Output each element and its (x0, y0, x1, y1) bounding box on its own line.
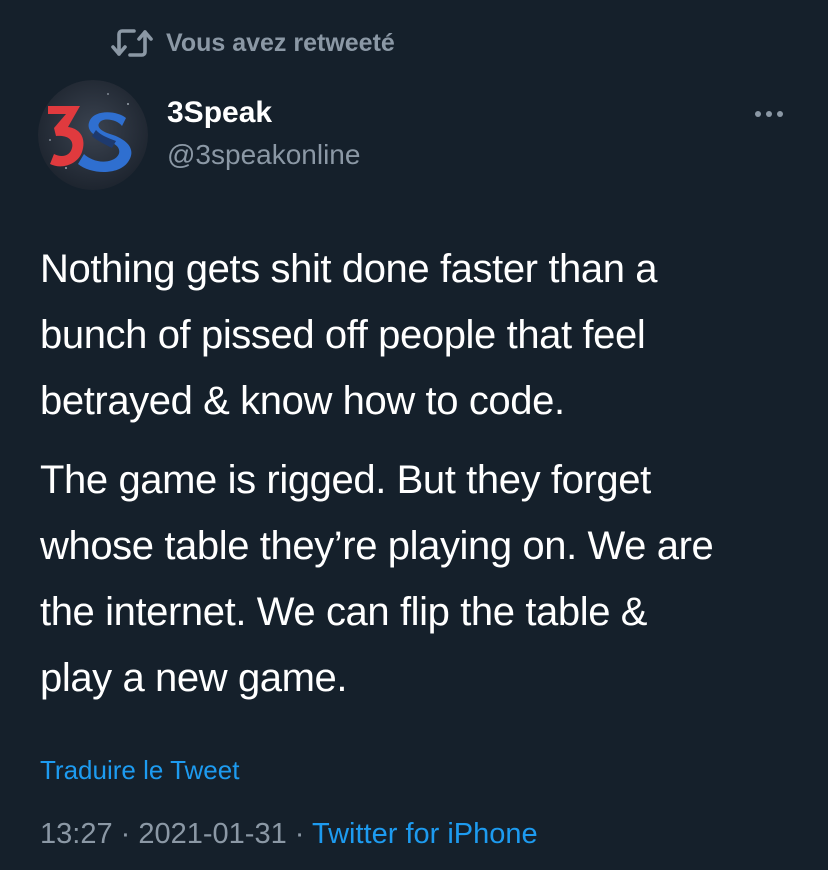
more-icon[interactable] (752, 104, 786, 124)
separator: · (120, 818, 131, 850)
author-display-name[interactable]: 3Speak (167, 94, 360, 132)
tweet-date[interactable]: 2021-01-31 (138, 818, 286, 850)
tweet-paragraph: The game is rigged. But they forget whos… (40, 458, 714, 700)
separator: · (294, 818, 305, 850)
author-handle[interactable]: @3speakonline (167, 136, 360, 174)
tweet-text: Nothing gets shit done faster than a bun… (40, 236, 800, 711)
avatar[interactable] (38, 80, 148, 190)
author-info[interactable]: 3Speak @3speakonline (167, 94, 360, 174)
3speak-logo (38, 80, 148, 190)
retweet-icon (110, 24, 154, 62)
tweet-metadata: 13:27 · 2021-01-31 · Twitter for iPhone (40, 814, 538, 854)
tweet-source-link[interactable]: Twitter for iPhone (312, 818, 538, 850)
retweet-label: Vous avez retweeté (166, 28, 395, 57)
tweet-time[interactable]: 13:27 (40, 818, 113, 850)
retweet-context: Vous avez retweeté (110, 24, 395, 62)
translate-tweet-link[interactable]: Traduire le Tweet (40, 752, 239, 788)
tweet-paragraph: Nothing gets shit done faster than a bun… (40, 247, 658, 423)
